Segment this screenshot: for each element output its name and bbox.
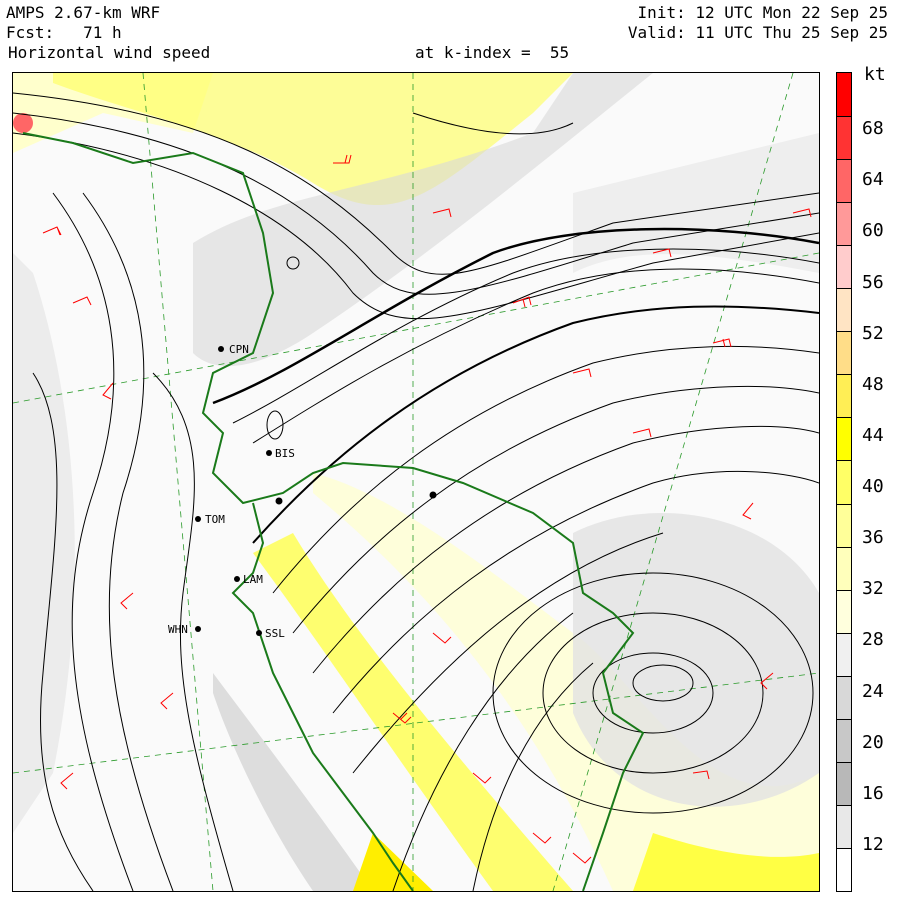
station-tom[interactable]: TOM bbox=[195, 513, 225, 526]
colorbar-segment bbox=[837, 374, 851, 418]
barb bbox=[160, 692, 174, 710]
barb bbox=[742, 502, 754, 520]
station-dot bbox=[195, 626, 201, 632]
colorbar-tick-label: 16 bbox=[862, 782, 884, 804]
barb bbox=[432, 632, 452, 644]
station-dot bbox=[195, 516, 201, 522]
colorbar-segment bbox=[837, 73, 851, 117]
wind-speed-shading bbox=[13, 73, 819, 891]
valid-time: Valid: 11 UTC Thu 25 Sep 25 bbox=[627, 23, 888, 42]
model-title: AMPS 2.67-km WRF bbox=[6, 3, 161, 22]
station-label-bis: BIS bbox=[275, 447, 295, 460]
colorbar-tick-label: 40 bbox=[862, 476, 884, 497]
shade-peninsula bbox=[213, 673, 373, 891]
colorbar-tick-label: 12 bbox=[862, 833, 884, 855]
colorbar-segment bbox=[837, 116, 851, 160]
colorbar-segment bbox=[837, 847, 851, 891]
colorbar-tick-label: 28 bbox=[862, 629, 884, 651]
colorbar-segment bbox=[837, 718, 851, 762]
colorbar-segment bbox=[837, 632, 851, 676]
station-label-ssl: SSL bbox=[265, 627, 285, 640]
colorbar-segment bbox=[837, 761, 851, 805]
station-dot bbox=[266, 450, 272, 456]
station-label-tom: TOM bbox=[205, 513, 225, 526]
grid-line-3 bbox=[13, 252, 819, 404]
station-dot bbox=[218, 346, 224, 352]
shade-west bbox=[13, 253, 75, 833]
colorbar-tick-label: 64 bbox=[862, 169, 884, 191]
barb bbox=[42, 226, 62, 236]
colorbar-segment bbox=[837, 675, 851, 719]
barb bbox=[712, 338, 732, 348]
colorbar-tick-label: 48 bbox=[862, 373, 884, 395]
colorbar-segment bbox=[837, 288, 851, 332]
barb bbox=[532, 832, 552, 844]
map-svg: CPN BIS TOM LAM WHN SSL bbox=[13, 73, 819, 891]
colorbar-segment bbox=[837, 245, 851, 289]
barb bbox=[572, 852, 592, 864]
streamline bbox=[152, 372, 234, 891]
colorbar-tick-label: 24 bbox=[862, 680, 884, 702]
station-unlabeled-dot bbox=[275, 497, 283, 505]
station-whn[interactable]: WHN bbox=[168, 623, 201, 636]
colorbar-segment bbox=[837, 202, 851, 246]
colorbar-segment bbox=[837, 159, 851, 203]
shade-red-max bbox=[13, 113, 33, 133]
streamline bbox=[82, 192, 174, 891]
station-lam[interactable]: LAM bbox=[234, 573, 263, 586]
colorbar bbox=[836, 72, 852, 892]
station-bis[interactable]: BIS bbox=[266, 447, 295, 460]
barb bbox=[572, 368, 592, 378]
barb bbox=[102, 382, 114, 400]
colorbar-unit: kt bbox=[864, 64, 886, 85]
station-label-whn: WHN bbox=[168, 623, 188, 636]
forecast-label: Fcst: 71 h bbox=[6, 24, 122, 42]
streamline-eddy bbox=[266, 410, 284, 440]
station-label-lam: LAM bbox=[243, 573, 263, 586]
colorbar-segment bbox=[837, 503, 851, 547]
colorbar-tick-label: 60 bbox=[862, 220, 884, 242]
station-label-cpn: CPN bbox=[229, 343, 249, 356]
colorbar-tick-label: 68 bbox=[862, 118, 884, 140]
barb bbox=[60, 772, 74, 790]
colorbar-tick-label: 52 bbox=[862, 322, 884, 344]
colorbar-segment bbox=[837, 546, 851, 590]
shade-low bbox=[573, 513, 819, 807]
forecast-hours: 71 h bbox=[83, 23, 122, 42]
colorbar-tick-label: 20 bbox=[862, 731, 884, 753]
colorbar-tick-label: 36 bbox=[862, 527, 884, 549]
station-unlabeled-dot bbox=[429, 491, 437, 499]
colorbar-segment bbox=[837, 589, 851, 633]
colorbar-tick-label: 32 bbox=[862, 578, 884, 600]
colorbar-tick-label: 56 bbox=[862, 271, 884, 293]
station-dot bbox=[234, 576, 240, 582]
forecast-prefix: Fcst: bbox=[6, 23, 55, 42]
init-time: Init: 12 UTC Mon 22 Sep 25 bbox=[637, 3, 888, 22]
station-dot bbox=[256, 630, 262, 636]
colorbar-segment bbox=[837, 417, 851, 461]
grid-line-2 bbox=[142, 73, 214, 891]
level-label: at k-index = 55 bbox=[415, 43, 570, 62]
wind-map[interactable]: CPN BIS TOM LAM WHN SSL bbox=[12, 72, 820, 892]
colorbar-segment bbox=[837, 804, 851, 848]
colorbar-tick-label: 44 bbox=[862, 424, 884, 446]
barb bbox=[72, 296, 92, 306]
field-name: Horizontal wind speed bbox=[8, 43, 211, 62]
colorbar-segment bbox=[837, 460, 851, 504]
barb bbox=[120, 592, 134, 610]
colorbar-segment bbox=[837, 331, 851, 375]
barb bbox=[632, 428, 652, 438]
